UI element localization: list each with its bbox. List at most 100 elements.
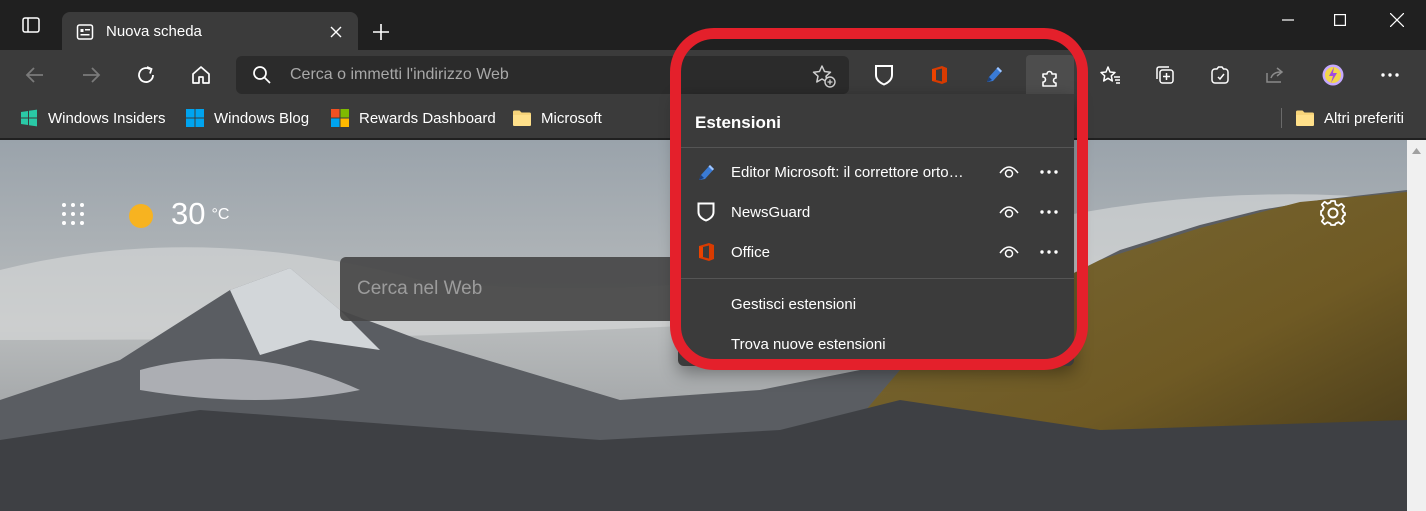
favorite-label: Microsoft — [541, 109, 602, 127]
menu-divider — [678, 147, 1074, 148]
page-scrollbar[interactable] — [1407, 140, 1426, 511]
extension-item-editor[interactable]: Editor Microsoft: il correttore orto… — [678, 152, 1074, 192]
forward-button[interactable] — [71, 55, 111, 95]
address-input[interactable] — [290, 56, 770, 94]
share-button[interactable] — [1255, 55, 1295, 95]
editor-pen-icon — [699, 165, 714, 180]
find-new-extensions-label: Trova nuove estensioni — [731, 335, 886, 353]
page-settings-button[interactable] — [1319, 199, 1347, 227]
show-in-toolbar-toggle[interactable] — [996, 200, 1022, 224]
extension-name: Office — [731, 243, 770, 261]
close-icon — [330, 26, 342, 38]
home-icon — [192, 66, 210, 84]
arrow-left-icon — [25, 67, 43, 83]
profile-avatar-icon — [1322, 64, 1344, 86]
scroll-up-arrow-icon[interactable] — [1412, 148, 1421, 154]
collections-icon — [1156, 66, 1174, 84]
extension-more-button[interactable] — [1036, 240, 1062, 264]
close-window-button[interactable] — [1374, 0, 1420, 40]
editor-pen-icon — [987, 67, 1002, 82]
folder-icon — [513, 110, 531, 126]
minimize-icon — [1282, 19, 1294, 21]
menu-divider — [678, 278, 1074, 279]
manage-extensions-link[interactable]: Gestisci estensioni — [678, 284, 1074, 324]
tab-actions-icon — [22, 17, 40, 33]
favorite-folder-microsoft[interactable]: Microsoft — [512, 101, 602, 135]
microsoft-logo-icon — [331, 109, 349, 127]
extension-name: Editor Microsoft: il correttore orto… — [731, 163, 964, 181]
arrow-right-icon — [83, 67, 101, 83]
maximize-button[interactable] — [1317, 0, 1363, 40]
puzzle-piece-icon — [1042, 70, 1057, 87]
show-in-toolbar-toggle[interactable] — [996, 240, 1022, 264]
office-logo-icon — [699, 243, 714, 261]
eye-icon — [999, 166, 1019, 178]
tab-nuova-scheda[interactable]: Nuova scheda — [62, 12, 358, 51]
web-capture-button[interactable] — [1200, 55, 1240, 95]
newsguard-extension-button[interactable] — [864, 55, 904, 95]
favorites-divider — [1281, 108, 1282, 128]
extension-name: NewsGuard — [731, 203, 811, 221]
extension-item-newsguard[interactable]: NewsGuard — [678, 192, 1074, 232]
close-tab-button[interactable] — [324, 20, 348, 44]
profile-button[interactable] — [1313, 55, 1353, 95]
back-button[interactable] — [15, 55, 55, 95]
minimize-button[interactable] — [1265, 0, 1311, 40]
apps-launcher-button[interactable] — [61, 202, 85, 226]
extension-item-office[interactable]: Office — [678, 232, 1074, 272]
favorite-label: Rewards Dashboard — [359, 109, 496, 127]
new-tab-button[interactable] — [361, 12, 401, 52]
other-favorites-label: Altri preferiti — [1324, 109, 1405, 127]
other-favorites-folder[interactable]: Altri preferiti — [1295, 101, 1404, 135]
plus-icon — [373, 24, 389, 40]
windows-logo-icon — [186, 109, 204, 127]
more-dots-icon — [1040, 170, 1058, 174]
collections-button[interactable] — [1145, 55, 1185, 95]
web-search-box[interactable]: Cerca nel Web — [340, 257, 680, 321]
refresh-button[interactable] — [126, 55, 166, 95]
weather-widget[interactable]: 30 °C — [127, 198, 229, 230]
find-new-extensions-link[interactable]: Trova nuove estensioni — [678, 324, 1074, 364]
more-dots-icon — [1381, 73, 1399, 77]
tab-title: Nuova scheda — [106, 23, 202, 40]
maximize-icon — [1334, 14, 1346, 26]
favorite-label: Windows Insiders — [48, 109, 166, 127]
newsguard-shield-icon — [697, 202, 715, 222]
extensions-menu-title: Estensioni — [695, 113, 781, 132]
office-extension-button[interactable] — [919, 55, 959, 95]
show-in-toolbar-toggle[interactable] — [996, 160, 1022, 184]
sun-icon — [129, 204, 153, 228]
favorite-windows-blog[interactable]: Windows Blog — [185, 101, 309, 135]
address-bar[interactable] — [236, 56, 849, 94]
editor-extension-button[interactable] — [974, 55, 1014, 95]
web-search-placeholder: Cerca nel Web — [357, 278, 483, 299]
gear-icon — [1320, 200, 1346, 226]
settings-more-button[interactable] — [1370, 55, 1410, 95]
favorite-windows-insiders[interactable]: Windows Insiders — [19, 101, 166, 135]
manage-extensions-label: Gestisci estensioni — [731, 295, 857, 313]
weather-unit: °C — [211, 206, 230, 223]
weather-temperature: 30 — [171, 196, 206, 231]
favorite-rewards-dashboard[interactable]: Rewards Dashboard — [330, 101, 496, 135]
extension-more-button[interactable] — [1036, 160, 1062, 184]
more-dots-icon — [1040, 250, 1058, 254]
web-capture-icon — [1211, 66, 1229, 84]
office-logo-icon — [932, 66, 947, 84]
share-icon — [1266, 67, 1284, 83]
new-tab-page-icon — [76, 24, 94, 40]
search-icon — [253, 66, 271, 84]
favorites-button[interactable] — [1090, 55, 1130, 95]
folder-icon — [1296, 110, 1314, 126]
newsguard-shield-icon — [875, 65, 893, 86]
favorites-star-icon — [1100, 66, 1120, 84]
close-icon — [1390, 13, 1404, 27]
eye-icon — [999, 246, 1019, 258]
more-dots-icon — [1040, 210, 1058, 214]
extensions-menu: Estensioni Editor Microsoft: il corretto… — [678, 94, 1074, 366]
tab-actions-button[interactable] — [11, 5, 51, 45]
extension-more-button[interactable] — [1036, 200, 1062, 224]
tab-strip: Nuova scheda — [0, 0, 1426, 52]
add-favorite-button[interactable] — [811, 63, 837, 89]
eye-icon — [999, 206, 1019, 218]
home-button[interactable] — [181, 55, 221, 95]
